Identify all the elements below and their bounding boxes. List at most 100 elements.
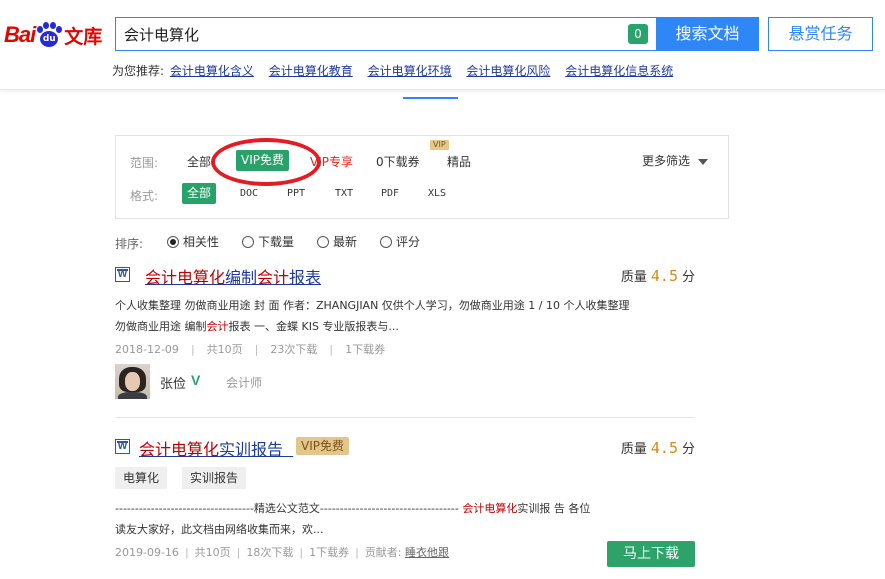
snippet-highlight: 会计电算化 [462,502,518,515]
title-highlight: 会计 [257,268,290,287]
result-downloads: 18次下载 [246,546,294,559]
header: Bai du 文库 0 搜索文档 悬赏任务 为您推荐: 会计电算化含义 会计电算… [0,0,885,90]
radio-icon [380,235,392,248]
divider [115,417,695,418]
tab-indicator [403,97,458,99]
quality-label: 质量 [620,270,647,285]
snippet-text: 勿做商业用途 编制 [115,320,207,333]
recommend-link[interactable]: 会计电算化信息系统 [565,64,673,78]
quality-score: 4.5 [650,267,678,285]
word-doc-icon: W [115,439,130,454]
result-title-link[interactable]: 会计电算化编制会计报表 [145,264,321,288]
reward-task-button[interactable]: 悬赏任务 [768,17,873,51]
recommend-link[interactable]: 会计电算化环境 [368,64,452,78]
recommend-link[interactable]: 会计电算化风险 [466,64,550,78]
more-filter-dropdown[interactable]: 更多筛选 [642,152,708,169]
sort-relevance-label: 相关性 [183,235,220,249]
snippet-text: 实训报 告 各位 [517,502,591,515]
word-doc-icon: W [115,267,130,282]
more-filter-label: 更多筛选 [641,154,690,168]
search-input[interactable] [124,18,624,50]
snippet-line: 读友大家好，此文档由网络收集而来，欢... [115,523,324,536]
radio-checked-icon [167,235,179,248]
result-meta: 2019-09-16 | 共10页 | 18次下载 | 1下载券 | 贡献者: 睡衣他跟 [115,546,450,559]
recommend-label: 为您推荐: [112,64,165,78]
logo-du: du [40,31,59,47]
contributor-label: 贡献者: [364,546,402,559]
vip-free-tag: VIP免费 [296,437,349,455]
logo-bai: Bai [4,22,36,47]
recommend-link[interactable]: 会计电算化含义 [170,64,254,78]
keyword-tag[interactable]: 实训报告 [182,467,247,489]
quality-score: 4.5 [650,439,678,457]
scope-zero-coupon[interactable]: 0下载券 [376,153,420,170]
quality-label: 质量 [620,442,647,457]
snippet-text: 报表 一、金蝶 KIS 专业版报表与... [228,320,399,333]
sort-rating[interactable]: 评分 [380,233,420,250]
contributor-link[interactable]: 睡衣他跟 [405,546,449,559]
radio-icon [242,235,254,248]
sort-rating-label: 评分 [396,235,421,249]
result-coupons: 1下载券 [345,343,386,356]
verified-v-icon: V [191,372,201,388]
result-coupons: 1下载券 [309,546,350,559]
result-downloads: 23次下载 [270,343,318,356]
format-xls[interactable]: XLS [428,188,446,199]
sort-relevance[interactable]: 相关性 [167,233,219,250]
sort-downloads[interactable]: 下载量 [242,233,294,250]
author-title: 会计师 [226,376,263,390]
radio-icon [317,235,329,248]
title-highlight: 会计电算化 [139,440,220,459]
result-snippet: -----------------------------------精选公文范… [115,498,590,540]
sort-downloads-label: 下载量 [258,235,295,249]
snippet-line: -----------------------------------精选公文范… [115,498,590,519]
snippet-line: 个人收集整理 勿做商业用途 封 面 作者：ZHANGJIAN 仅供个人学习，勿做… [115,299,630,312]
result-item: W 会计电算化编制会计报表 质量 4.5 分 个人收集整理 勿做商业用途 封 面 作… [115,264,695,404]
sort-newest[interactable]: 最新 [317,233,357,250]
result-snippet: 个人收集整理 勿做商业用途 封 面 作者：ZHANGJIAN 仅供个人学习，勿做… [115,295,630,337]
quality-rating: 质量 4.5 分 [621,266,695,285]
search-button[interactable]: 搜索文档 [656,17,759,51]
format-doc[interactable]: DOC [240,188,258,199]
score-unit: 分 [681,270,695,285]
logo-wenku: 文库 [64,25,103,48]
format-label: 格式: [130,189,159,203]
filter-panel: 范围: 全部 VIP免费 VIP专享 0下载券 VIP 精品 更多筛选 格式: … [115,135,729,219]
quality-rating: 质量 4.5 分 [621,438,695,457]
title-text: 编制 [225,268,258,287]
title-text: 报表 [289,268,322,287]
title-text: 实训报告 [219,440,284,459]
search-box: 0 [115,17,656,51]
format-ppt[interactable]: PPT [287,188,305,199]
author-name[interactable]: 张俭 [160,373,186,392]
vip-badge: VIP [430,140,449,150]
result-date: 2019-09-16 [115,546,179,559]
recommend-link[interactable]: 会计电算化教育 [269,64,353,78]
result-date: 2018-12-09 [115,343,179,356]
search-count-badge: 0 [628,24,648,44]
result-pages: 共10页 [194,546,231,559]
format-all[interactable]: 全部 [182,183,217,204]
result-title-link[interactable]: 会计电算化实训报告 [139,436,293,460]
snippet-highlight: 会计 [206,320,229,333]
sort-label: 排序: [115,237,144,251]
result-pages: 共10页 [206,343,243,356]
baidu-wenku-logo[interactable]: Bai du 文库 [4,18,102,52]
author-avatar[interactable] [115,364,150,399]
scope-premium[interactable]: 精品 [447,153,471,170]
result-meta: 2018-12-09 | 共10页 | 23次下载 | 1下载券 [115,343,386,356]
format-pdf[interactable]: PDF [381,188,399,199]
format-txt[interactable]: TXT [335,188,353,199]
title-highlight: 会计电算化 [145,268,226,287]
scope-all[interactable]: 全部 [187,153,211,170]
snippet-line: 勿做商业用途 编制会计报表 一、金蝶 KIS 专业版报表与... [115,316,630,337]
scope-label: 范围: [130,156,159,170]
paw-icon: du [36,22,63,48]
sort-newest-label: 最新 [333,235,358,249]
recommend-bar: 为您推荐: 会计电算化含义 会计电算化教育 会计电算化环境 会计电算化风险 会计… [112,62,684,79]
keyword-tag[interactable]: 电算化 [115,467,168,489]
snippet-text: -----------------------------------精选公文范… [115,502,463,515]
chevron-down-icon [698,158,708,165]
red-annotation-circle [211,138,321,186]
download-now-button[interactable]: 马上下载 [607,541,695,567]
